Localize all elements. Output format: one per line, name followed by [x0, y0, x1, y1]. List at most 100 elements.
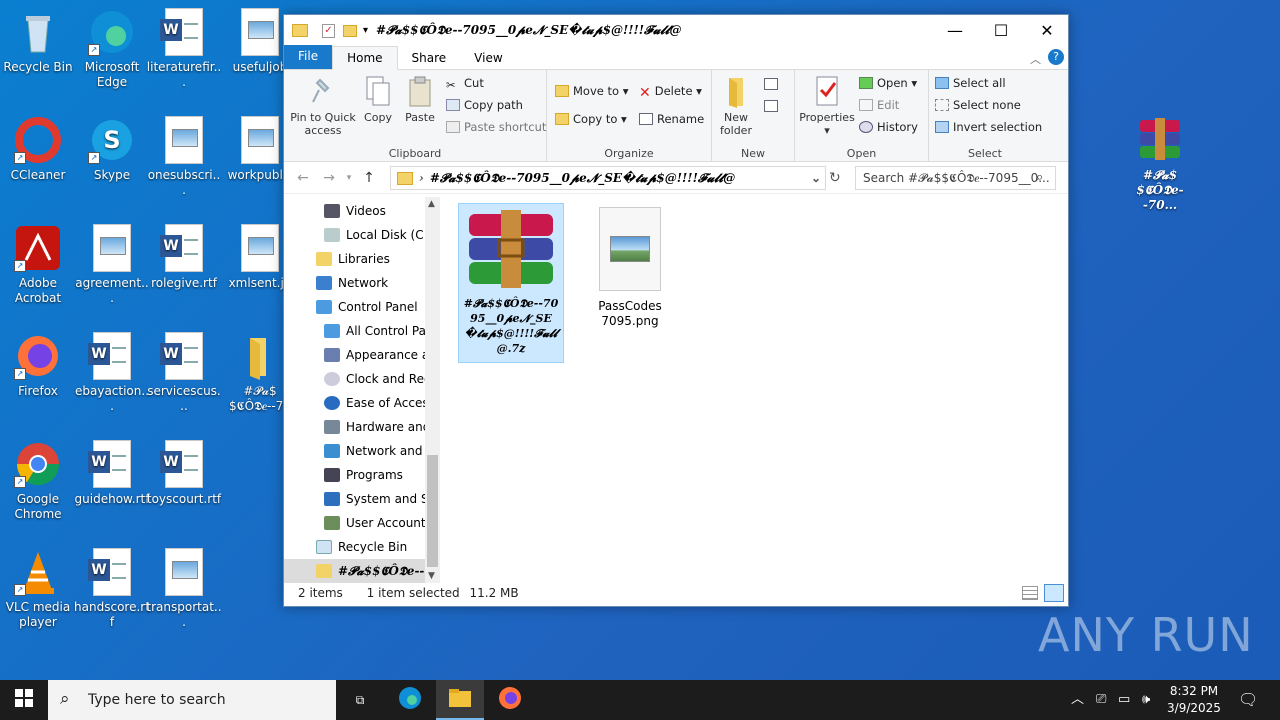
copy-path-button[interactable]: Copy path: [446, 98, 523, 112]
tree-item-network[interactable]: Network: [316, 271, 388, 295]
tree-item-all-control-panel[interactable]: All Control Par: [324, 319, 431, 343]
recent-locations-icon[interactable]: ▾: [342, 173, 356, 183]
taskbar-search-input[interactable]: Type here to search: [48, 680, 336, 720]
search-input[interactable]: Search #𝓟𝓪$$𝕮Ô𝕯𝒆--7095__0...: [855, 166, 1056, 190]
tab-home[interactable]: Home: [332, 46, 398, 70]
show-hidden-icons-icon[interactable]: ︿: [1071, 680, 1084, 720]
copy-to-button[interactable]: Copy to ▾: [555, 112, 627, 126]
delete-button[interactable]: ✕ Delete ▾: [639, 84, 702, 101]
desktop-icon-edge[interactable]: ↗ Microsoft Edge: [74, 8, 150, 90]
tree-item-appearance[interactable]: Appearance an: [324, 343, 437, 367]
battery-tray-icon[interactable]: ▭: [1118, 680, 1130, 720]
file-item-png[interactable]: PassCodes7095.png: [582, 203, 678, 333]
history-button[interactable]: History: [859, 120, 918, 134]
properties-quick-icon[interactable]: ✓: [322, 23, 335, 38]
desktop-icon-servicescus[interactable]: W servicescus...: [146, 332, 222, 414]
desktop-icon-literature[interactable]: W literaturefir...: [146, 8, 222, 90]
desktop-icon-handscore[interactable]: W handscore.rtf: [74, 548, 150, 630]
task-view-button[interactable]: ⧉: [336, 680, 384, 720]
start-button[interactable]: [0, 680, 48, 720]
network-tray-icon[interactable]: ⎚: [1096, 680, 1106, 720]
new-folder-button[interactable]: New folder: [714, 74, 758, 137]
desktop-icon-recycle-bin[interactable]: Recycle Bin: [0, 8, 76, 75]
maximize-button[interactable]: ☐: [978, 15, 1024, 46]
paste-shortcut-button[interactable]: Paste shortcut: [446, 120, 546, 134]
address-bar[interactable]: › #𝓟𝓪$$𝕮Ô𝕯𝒆--7095__0𝓹𝒆𝓝_SE�𝓽𝓾𝓹$@!!!!𝓕𝓾𝓵𝓵…: [390, 166, 826, 190]
scroll-up-icon[interactable]: ▲: [428, 199, 435, 209]
tree-item-videos[interactable]: Videos: [324, 199, 386, 223]
up-arrow-icon[interactable]: ↑: [356, 170, 382, 186]
desktop-icon-rolegive[interactable]: W rolegive.rtf: [146, 224, 222, 291]
taskbar-firefox[interactable]: [486, 680, 534, 720]
tree-item-system-security[interactable]: System and Se: [324, 487, 436, 511]
quick-access-dropdown-icon[interactable]: ▾: [363, 25, 368, 36]
title-bar[interactable]: ✓ ▾ #𝓟𝓪$$𝕮Ô𝕯𝒆--7095__0𝓹𝒆𝓝_SE�𝓽𝓾𝓹$@!!!!𝓕𝓾…: [284, 15, 1068, 46]
help-icon[interactable]: ?: [1048, 49, 1064, 65]
selection-info: 1 item selected: [366, 586, 460, 600]
large-icons-view-icon[interactable]: [1044, 584, 1064, 602]
select-none-button[interactable]: Select none: [935, 98, 1021, 112]
tree-item-local-disk[interactable]: Local Disk (C:): [324, 223, 432, 247]
refresh-icon[interactable]: ↻: [829, 170, 841, 186]
tree-item-user-accounts[interactable]: User Accounts: [324, 511, 432, 535]
tree-item-clock[interactable]: Clock and Regi: [324, 367, 435, 391]
move-to-button[interactable]: Move to ▾: [555, 84, 628, 98]
desktop-icon-agreement[interactable]: agreement...: [74, 224, 150, 306]
tab-view[interactable]: View: [460, 47, 516, 69]
tree-item-ease-of-access[interactable]: Ease of Access: [324, 391, 435, 415]
desktop-icon-toyscourt[interactable]: W toyscourt.rtf: [146, 440, 222, 507]
scrollbar-thumb[interactable]: [427, 455, 438, 567]
tree-item-network-internet[interactable]: Network and Ir: [324, 439, 435, 463]
new-folder-quick-icon[interactable]: [343, 24, 357, 37]
clock[interactable]: 8:32 PM 3/9/2025: [1158, 683, 1230, 717]
new-item-icon[interactable]: [764, 78, 778, 90]
file-item-archive[interactable]: #𝓟𝓪$$𝕮Ô𝕯𝒆--7095__0𝓹𝒆𝓝_SE�𝓽𝓾𝓹$@!!!!𝓕𝓾𝓵𝓵@.…: [458, 203, 564, 363]
desktop-icon-chrome[interactable]: ↗ Google Chrome: [0, 440, 76, 522]
taskbar-edge[interactable]: [386, 680, 434, 720]
close-button[interactable]: ✕: [1024, 15, 1070, 46]
tab-share[interactable]: Share: [398, 47, 461, 69]
paste-button[interactable]: Paste: [400, 74, 440, 124]
desktop-icon-guidehow[interactable]: W guidehow.rtf: [74, 440, 150, 507]
select-all-button[interactable]: Select all: [935, 76, 1006, 90]
word-document-icon: W: [88, 548, 136, 596]
tab-file[interactable]: File: [284, 45, 333, 69]
copy-button[interactable]: Copy: [360, 74, 396, 124]
details-view-icon[interactable]: [1022, 586, 1038, 600]
hardware-icon: [324, 420, 340, 434]
navigation-scrollbar[interactable]: ▲ ▼: [425, 197, 440, 583]
properties-button[interactable]: Properties ▾: [799, 74, 855, 137]
forward-arrow-icon[interactable]: →: [316, 170, 342, 186]
cut-button[interactable]: ✂ Cut: [446, 76, 484, 92]
desktop-icon-ccleaner[interactable]: ↗ CCleaner: [0, 116, 76, 183]
pin-to-quick-access-button[interactable]: Pin to Quick access: [290, 74, 356, 137]
desktop-icon-onesubscri[interactable]: onesubscri...: [146, 116, 222, 198]
tree-item-hardware[interactable]: Hardware and: [324, 415, 430, 439]
minimize-button[interactable]: —: [932, 15, 978, 46]
edit-button[interactable]: Edit: [859, 98, 899, 112]
desktop-icon-skype[interactable]: S ↗ Skype: [74, 116, 150, 183]
desktop-icon-archive[interactable]: #𝓟𝓪$ $𝕮Ô𝕯𝒆--70...: [1122, 116, 1198, 213]
word-document-icon: W: [160, 332, 208, 380]
tree-item-recycle-bin[interactable]: Recycle Bin: [316, 535, 407, 559]
taskbar-file-explorer[interactable]: [436, 680, 484, 720]
word-document-icon: W: [160, 440, 208, 488]
desktop-icon-firefox[interactable]: ↗ Firefox: [0, 332, 76, 399]
desktop-icon-ebayaction[interactable]: W ebayaction...: [74, 332, 150, 414]
tree-item-control-panel[interactable]: Control Panel: [316, 295, 418, 319]
back-arrow-icon[interactable]: ←: [290, 170, 316, 186]
notifications-icon[interactable]: 🗨: [1238, 680, 1258, 720]
collapse-ribbon-icon[interactable]: ︿: [1030, 51, 1041, 67]
tree-item-libraries[interactable]: Libraries: [316, 247, 390, 271]
desktop-icon-transportat[interactable]: transportat...: [146, 548, 222, 630]
open-button[interactable]: Open ▾: [859, 76, 917, 90]
easy-access-icon[interactable]: [764, 100, 778, 112]
invert-selection-button[interactable]: Invert selection: [935, 120, 1042, 134]
desktop-icon-vlc[interactable]: ↗ VLC media player: [0, 548, 76, 630]
tree-item-programs[interactable]: Programs: [324, 463, 403, 487]
rename-button[interactable]: Rename: [639, 112, 704, 126]
desktop-icon-acrobat[interactable]: ↗ Adobe Acrobat: [0, 224, 76, 306]
videos-icon: [324, 204, 340, 218]
address-dropdown-icon[interactable]: ⌄: [811, 171, 821, 185]
volume-icon[interactable]: 🕪: [1142, 680, 1150, 720]
